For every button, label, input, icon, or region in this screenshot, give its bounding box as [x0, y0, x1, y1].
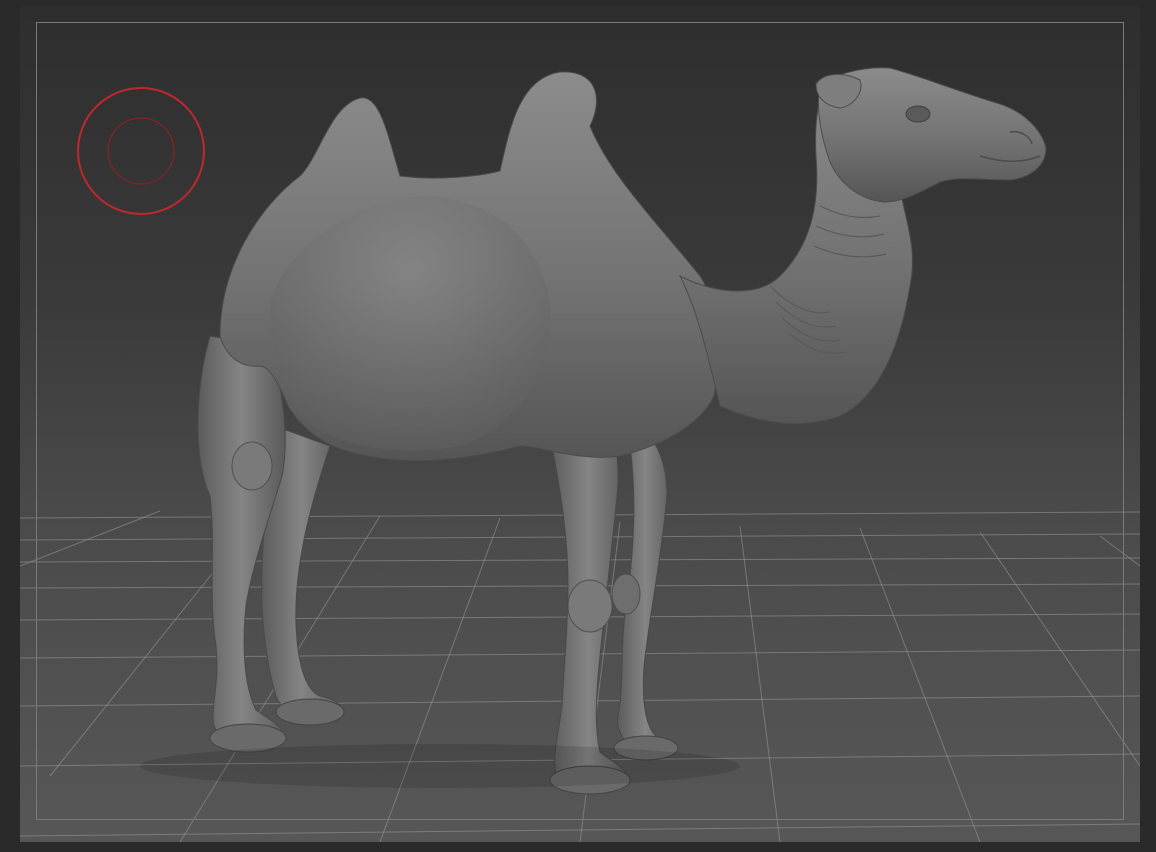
- 3d-viewport[interactable]: [20, 6, 1140, 842]
- camel-model[interactable]: [140, 67, 1047, 795]
- brush-cursor: [77, 87, 205, 215]
- camel-front-knee: [567, 579, 613, 633]
- brush-inner-radius: [107, 117, 175, 185]
- brush-outer-radius: [77, 87, 205, 215]
- camel-eye: [905, 105, 931, 123]
- camel-back-knee: [231, 441, 273, 491]
- camel-shadow: [140, 744, 740, 788]
- camel-front-knee-far: [611, 573, 641, 615]
- camel-hoof-back-far: [275, 698, 345, 726]
